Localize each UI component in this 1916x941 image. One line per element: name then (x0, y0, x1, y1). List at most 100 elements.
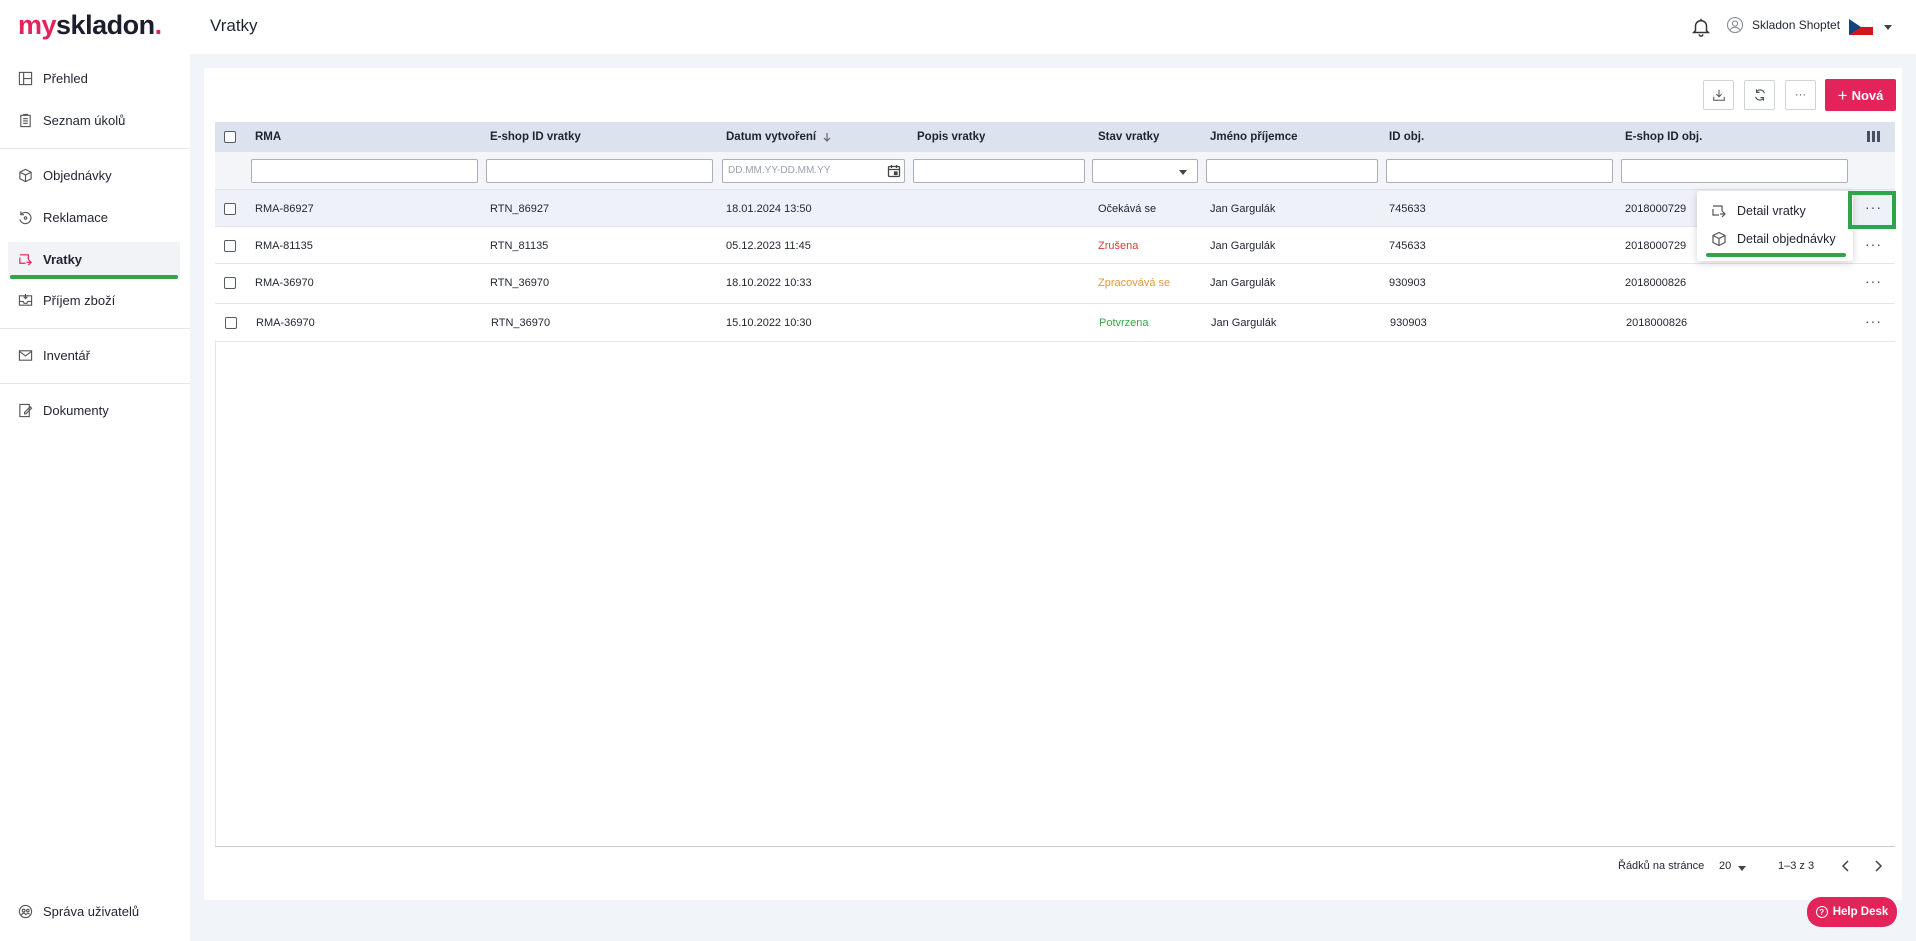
cell-eshop-order-id: 2018000826 (1626, 317, 1688, 329)
help-icon: ? (1815, 906, 1828, 918)
sidebar-item-objednavky[interactable]: Objednávky (8, 158, 180, 192)
sidebar-item-vratky[interactable]: Vratky (8, 242, 180, 279)
bell-icon[interactable] (1690, 15, 1712, 39)
logo-main: skladon (56, 10, 155, 40)
top-bar: myskladon. Vratky Skladon Shoptet (0, 0, 1916, 54)
document-edit-icon (19, 403, 33, 417)
plus-icon: + (1837, 85, 1848, 105)
chevron-right-icon[interactable] (1870, 858, 1886, 874)
pagination-range: 1–3 z 3 (1778, 860, 1815, 872)
cell-order-id: 930903 (1390, 317, 1427, 329)
sidebar-item-seznam-ukolu[interactable]: Seznam úkolů (8, 103, 180, 137)
page-title: Vratky (210, 16, 258, 35)
cell-rma: RMA-86927 (255, 203, 314, 215)
chevron-down-icon[interactable] (1884, 25, 1892, 30)
row-menu-button[interactable]: ··· (1865, 314, 1882, 328)
active-underline (10, 275, 178, 279)
date-placeholder: DD.MM.YY-DD.MM.YY (728, 165, 831, 176)
inbox-icon (18, 293, 33, 306)
layout-icon (18, 71, 33, 85)
column-header-eshop-order-id[interactable]: E-shop ID obj. (1625, 131, 1702, 143)
filter-eshop-order-id-input[interactable] (1621, 159, 1848, 183)
filter-description-input[interactable] (913, 159, 1085, 183)
refresh-button[interactable] (1744, 80, 1775, 110)
cell-date: 05.12.2023 11:45 (726, 240, 811, 252)
help-desk-button[interactable]: ? Help Desk (1807, 897, 1897, 927)
row-menu-button[interactable]: ··· (1865, 237, 1882, 251)
column-header-order-id[interactable]: ID obj. (1389, 131, 1424, 143)
filter-date-input[interactable]: DD.MM.YY-DD.MM.YY (722, 159, 905, 183)
cell-eshop-id: RTN_86927 (490, 203, 550, 215)
user-menu[interactable]: Skladon Shoptet (1726, 16, 1840, 34)
sidebar-item-label: Inventář (43, 347, 90, 363)
clipboard-icon (20, 113, 31, 127)
help-desk-label: Help Desk (1832, 906, 1889, 918)
cz-flag-icon[interactable] (1849, 19, 1873, 35)
table-row[interactable]: RMA-36970 RTN_36970 18.10.2022 10:33 Zpr… (215, 264, 1895, 304)
cell-eshop-order-id: 2018000729 (1625, 203, 1687, 215)
filter-rma-input[interactable] (251, 159, 478, 183)
column-header-rma[interactable]: RMA (255, 131, 281, 143)
row-menu-button[interactable]: ··· (1865, 274, 1882, 288)
cell-date: 18.10.2022 10:33 (726, 277, 812, 289)
table-row[interactable]: RMA-81135 RTN_81135 05.12.2023 11:45 Zru… (215, 227, 1895, 264)
menu-item-detail-objednavky[interactable]: Detail objednávky (1697, 225, 1853, 253)
chevron-down-icon[interactable] (1738, 866, 1746, 871)
filter-recipient-input[interactable] (1206, 159, 1378, 183)
sort-arrow-down-icon (823, 132, 831, 142)
table-border (215, 340, 216, 847)
users-icon (18, 904, 33, 918)
cell-recipient: Jan Gargulák (1210, 277, 1276, 289)
menu-item-detail-vratky[interactable]: Detail vratky (1697, 197, 1853, 225)
cell-rma: RMA-36970 (255, 277, 314, 289)
filter-eshop-id-input[interactable] (486, 159, 713, 183)
row-checkbox[interactable] (224, 203, 236, 215)
filter-status-select[interactable] (1092, 159, 1198, 183)
calendar-icon[interactable] (887, 164, 901, 178)
columns-icon[interactable] (1867, 131, 1880, 142)
row-checkbox[interactable] (224, 240, 236, 252)
filter-order-id-input[interactable] (1386, 159, 1613, 183)
cell-recipient: Jan Gargulák (1210, 203, 1276, 215)
filter-row: DD.MM.YY-DD.MM.YY (215, 152, 1895, 190)
column-header-description[interactable]: Popis vratky (917, 131, 985, 143)
rows-per-page-label: Řádků na stránce (1618, 860, 1705, 872)
refresh-icon (1754, 89, 1765, 101)
chevron-left-icon[interactable] (1838, 858, 1854, 874)
sidebar-item-label: Dokumenty (43, 402, 109, 418)
table-row[interactable]: RMA-86927 RTN_86927 18.01.2024 13:50 Oče… (215, 190, 1895, 227)
sidebar-item-reklamace[interactable]: Reklamace (8, 200, 180, 234)
table-border (215, 846, 1895, 847)
more-options-button[interactable]: ··· (1785, 80, 1816, 110)
row-checkbox[interactable] (225, 317, 237, 329)
export-button[interactable] (1703, 80, 1734, 110)
menu-item-label: Detail objednávky (1737, 232, 1836, 246)
logo-dot: . (154, 10, 163, 40)
select-all-checkbox[interactable] (224, 131, 236, 143)
cell-eshop-id: RTN_36970 (491, 317, 551, 329)
rows-per-page-select[interactable]: 20 (1719, 860, 1731, 872)
new-button-label: Nová (1851, 87, 1884, 103)
logo[interactable]: myskladon. (18, 10, 162, 41)
menu-item-label: Detail vratky (1737, 204, 1806, 218)
row-checkbox[interactable] (224, 277, 236, 289)
sidebar-item-inventar[interactable]: Inventář (8, 338, 180, 372)
cell-rma: RMA-36970 (256, 317, 315, 329)
sidebar-item-prijem-zbozi[interactable]: Příjem zboží (8, 283, 180, 317)
sidebar-item-sprava-uzivatelu[interactable]: Správa uživatelů (8, 894, 180, 928)
sidebar-item-dokumenty[interactable]: Dokumenty (8, 393, 180, 427)
row-context-menu: Detail vratky Detail objednávky (1697, 191, 1853, 261)
cell-date: 18.01.2024 13:50 (726, 203, 812, 215)
column-header-status[interactable]: Stav vratky (1098, 131, 1159, 143)
cell-recipient: Jan Gargulák (1210, 240, 1276, 252)
cell-date: 15.10.2022 10:30 (726, 317, 812, 329)
column-header-eshop-id[interactable]: E-shop ID vratky (490, 131, 581, 143)
sidebar-item-label: Vratky (43, 251, 83, 267)
new-return-button[interactable]: + Nová (1825, 79, 1896, 111)
cell-order-id: 745633 (1389, 240, 1426, 252)
cell-eshop-id: RTN_36970 (490, 277, 550, 289)
table-row[interactable]: RMA-36970 RTN_36970 15.10.2022 10:30 Pot… (215, 304, 1895, 342)
sidebar-item-prehled[interactable]: Přehled (8, 61, 180, 95)
column-header-date[interactable]: Datum vytvoření (726, 131, 832, 143)
column-header-recipient[interactable]: Jméno příjemce (1210, 131, 1298, 143)
